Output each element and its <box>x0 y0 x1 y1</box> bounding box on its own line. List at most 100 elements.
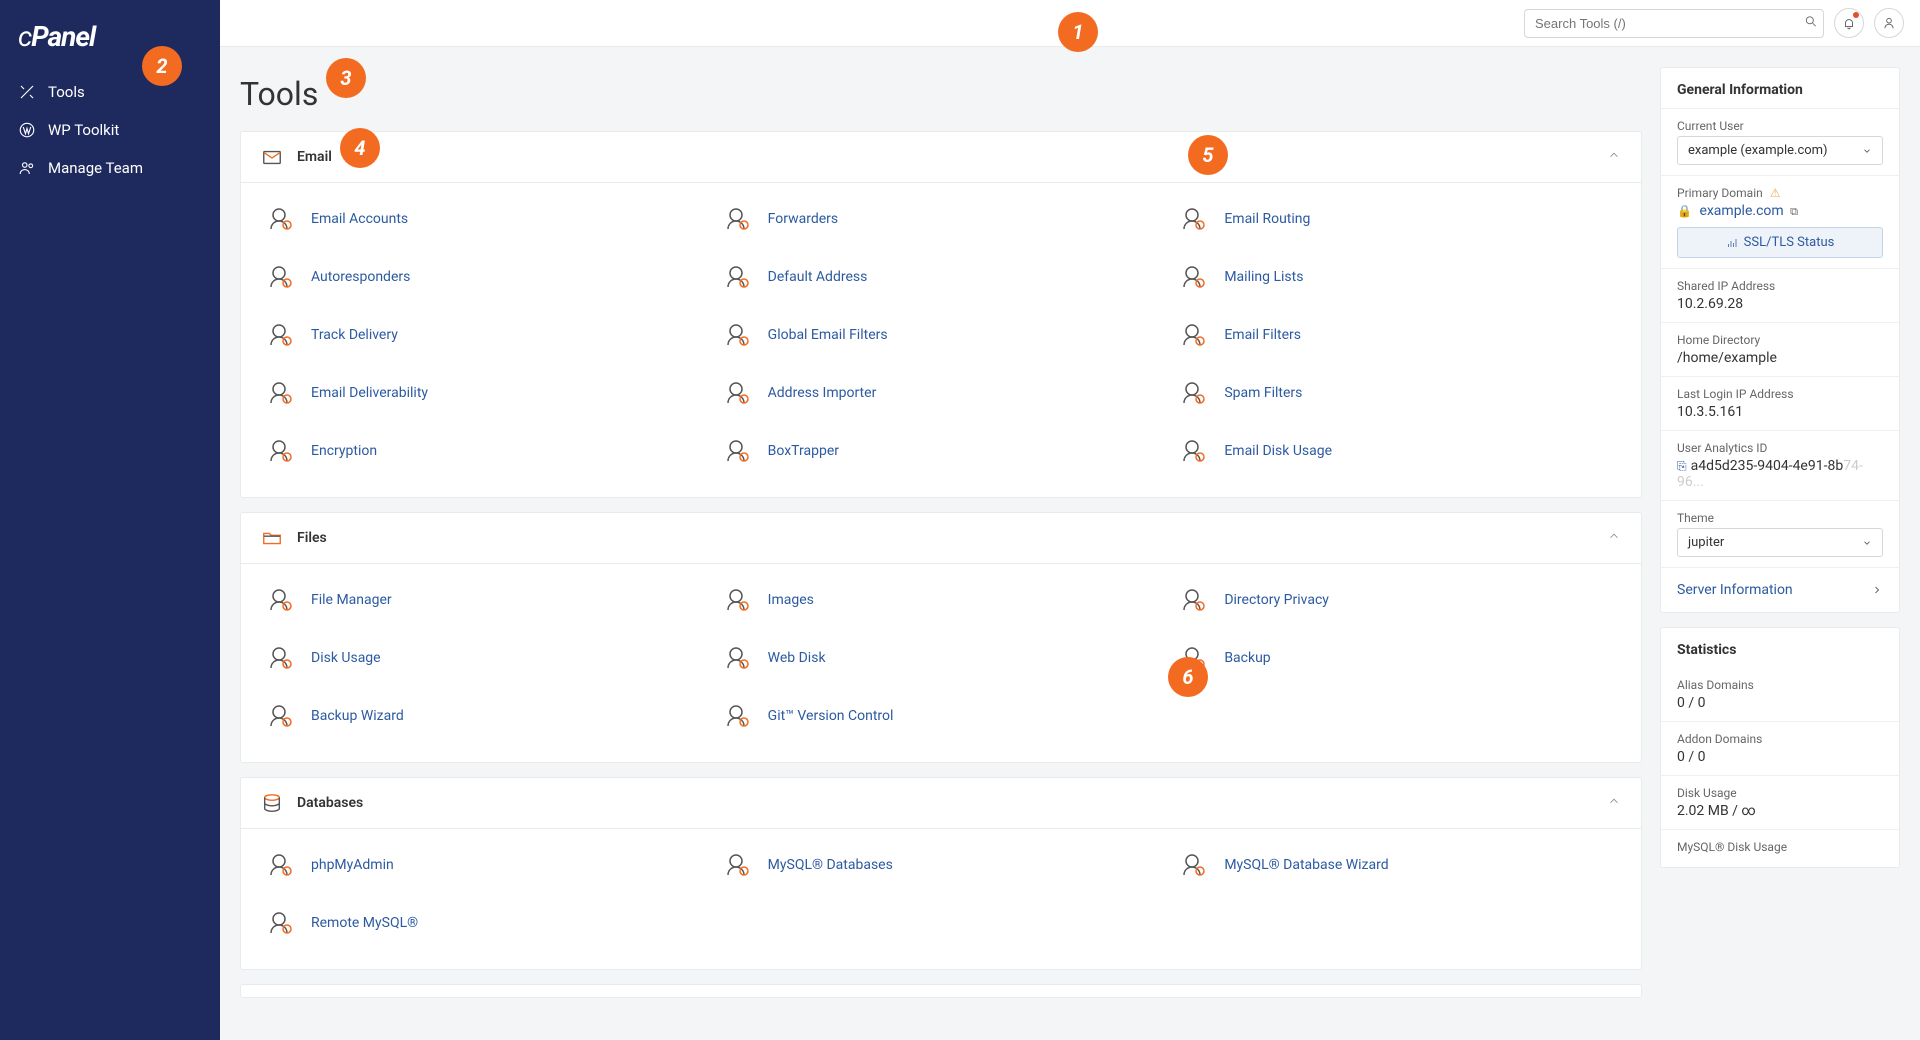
tool-label: Web Disk <box>768 650 826 666</box>
current-user-label: Current User <box>1677 119 1883 133</box>
shared-ip-label: Shared IP Address <box>1677 279 1883 293</box>
tool-label: Git™ Version Control <box>768 708 894 724</box>
tool-item[interactable]: Git™ Version Control <box>718 690 1165 742</box>
tool-label: MySQL® Database Wizard <box>1224 857 1388 873</box>
last-login-value: 10.3.5.161 <box>1677 404 1883 420</box>
tool-label: Backup <box>1224 650 1270 666</box>
search-input[interactable] <box>1524 9 1824 38</box>
tool-item[interactable]: BoxTrapper <box>718 425 1165 477</box>
tool-icon <box>1178 849 1210 881</box>
tool-item[interactable]: Email Filters <box>1174 309 1621 361</box>
stat-label: MySQL® Disk Usage <box>1677 840 1883 854</box>
tool-item[interactable]: Email Disk Usage <box>1174 425 1621 477</box>
tool-item[interactable]: Default Address <box>718 251 1165 303</box>
tool-label: BoxTrapper <box>768 443 839 459</box>
annotation-badge-5: 5 <box>1188 135 1228 175</box>
chevron-right-icon <box>1871 584 1883 596</box>
left-column: Tools Email <box>240 67 1642 1012</box>
statistics-panel: Statistics Alias Domains0 / 0Addon Domai… <box>1660 627 1900 868</box>
tool-icon <box>265 377 297 409</box>
sidebar: cPanel Tools WP Toolkit Manage Team <box>0 0 220 1040</box>
page-title: Tools <box>240 75 1642 113</box>
tool-item[interactable]: Directory Privacy <box>1174 574 1621 626</box>
server-info-label: Server Information <box>1677 582 1793 598</box>
tool-icon <box>265 849 297 881</box>
tool-label: Directory Privacy <box>1224 592 1329 608</box>
stat-value: 0 / 0 <box>1677 749 1883 765</box>
tool-item[interactable]: Email Accounts <box>261 193 708 245</box>
tool-label: Spam Filters <box>1224 385 1302 401</box>
tool-icon <box>1178 261 1210 293</box>
tool-item[interactable]: Forwarders <box>718 193 1165 245</box>
sidebar-item-wp-toolkit[interactable]: WP Toolkit <box>0 111 220 149</box>
tool-item[interactable]: Backup Wizard <box>261 690 708 742</box>
tool-item[interactable]: Remote MySQL® <box>261 897 708 949</box>
tool-icon <box>265 435 297 467</box>
notifications-button[interactable] <box>1834 8 1864 38</box>
search-wrap <box>1524 9 1824 38</box>
tool-item[interactable]: Disk Usage <box>261 632 708 684</box>
sidebar-item-manage-team[interactable]: Manage Team <box>0 149 220 187</box>
ssl-status-button[interactable]: SSL/TLS Status <box>1677 227 1883 258</box>
tool-item[interactable]: Backup <box>1174 632 1621 684</box>
primary-domain-label: Primary Domain ⚠ <box>1677 186 1883 200</box>
tool-icon <box>265 584 297 616</box>
tool-item[interactable]: Global Email Filters <box>718 309 1165 361</box>
panel-header-databases[interactable]: Databases <box>241 778 1641 829</box>
tool-label: Default Address <box>768 269 868 285</box>
theme-label: Theme <box>1677 511 1883 525</box>
tool-item[interactable]: Mailing Lists <box>1174 251 1621 303</box>
chevron-up-icon <box>1607 529 1621 547</box>
panel-title: General Information <box>1661 68 1899 108</box>
search-button[interactable] <box>1804 15 1818 32</box>
right-column: General Information Current User example… <box>1660 67 1900 882</box>
chevron-down-icon <box>1862 146 1872 156</box>
tool-item[interactable]: MySQL® Database Wizard <box>1174 839 1621 891</box>
primary-domain-link[interactable]: example.com <box>1699 203 1783 219</box>
panel-header-email[interactable]: Email <box>241 132 1641 183</box>
server-info-link[interactable]: Server Information <box>1661 567 1899 612</box>
tool-item[interactable]: MySQL® Databases <box>718 839 1165 891</box>
analytics-value: ⎘a4d5d235-9404-4e91-8b74-96... <box>1677 458 1883 490</box>
copy-icon[interactable]: ⎘ <box>1677 459 1687 473</box>
tool-item[interactable]: Track Delivery <box>261 309 708 361</box>
tool-item[interactable]: Spam Filters <box>1174 367 1621 419</box>
tool-label: Forwarders <box>768 211 838 227</box>
tool-item[interactable]: phpMyAdmin <box>261 839 708 891</box>
panel-header-files[interactable]: Files <box>241 513 1641 564</box>
tool-label: Encryption <box>311 443 377 459</box>
annotation-badge-3: 3 <box>326 58 366 98</box>
shared-ip-value: 10.2.69.28 <box>1677 296 1883 312</box>
current-user-select[interactable]: example (example.com) <box>1677 136 1883 165</box>
tool-item[interactable]: Email Deliverability <box>261 367 708 419</box>
tool-label: Track Delivery <box>311 327 398 343</box>
tool-icon <box>1178 203 1210 235</box>
tool-icon <box>722 377 754 409</box>
lock-icon: 🔒 <box>1677 204 1692 218</box>
chevron-up-icon <box>1607 794 1621 812</box>
tool-item[interactable]: Encryption <box>261 425 708 477</box>
theme-value: jupiter <box>1688 535 1724 550</box>
tool-item[interactable]: Autoresponders <box>261 251 708 303</box>
panel-title: Statistics <box>1661 628 1899 668</box>
external-link-icon: ⧉ <box>1790 205 1798 218</box>
general-info-panel: General Information Current User example… <box>1660 67 1900 613</box>
tool-label: Address Importer <box>768 385 877 401</box>
tool-item[interactable]: Images <box>718 574 1165 626</box>
analytics-label: User Analytics ID <box>1677 441 1883 455</box>
sidebar-item-tools[interactable]: Tools <box>0 73 220 111</box>
tools-icon <box>18 83 36 101</box>
user-icon <box>1882 16 1896 30</box>
tool-item[interactable]: Address Importer <box>718 367 1165 419</box>
last-login-label: Last Login IP Address <box>1677 387 1883 401</box>
theme-select[interactable]: jupiter <box>1677 528 1883 557</box>
content: Tools Email <box>220 47 1920 1032</box>
user-menu-button[interactable] <box>1874 8 1904 38</box>
current-user-value: example (example.com) <box>1688 143 1828 158</box>
tool-item[interactable]: File Manager <box>261 574 708 626</box>
tool-label: Remote MySQL® <box>311 915 418 931</box>
tool-item[interactable]: Web Disk <box>718 632 1165 684</box>
tool-item[interactable]: Email Routing <box>1174 193 1621 245</box>
tool-label: Email Routing <box>1224 211 1310 227</box>
logo-prefix: c <box>18 20 31 53</box>
